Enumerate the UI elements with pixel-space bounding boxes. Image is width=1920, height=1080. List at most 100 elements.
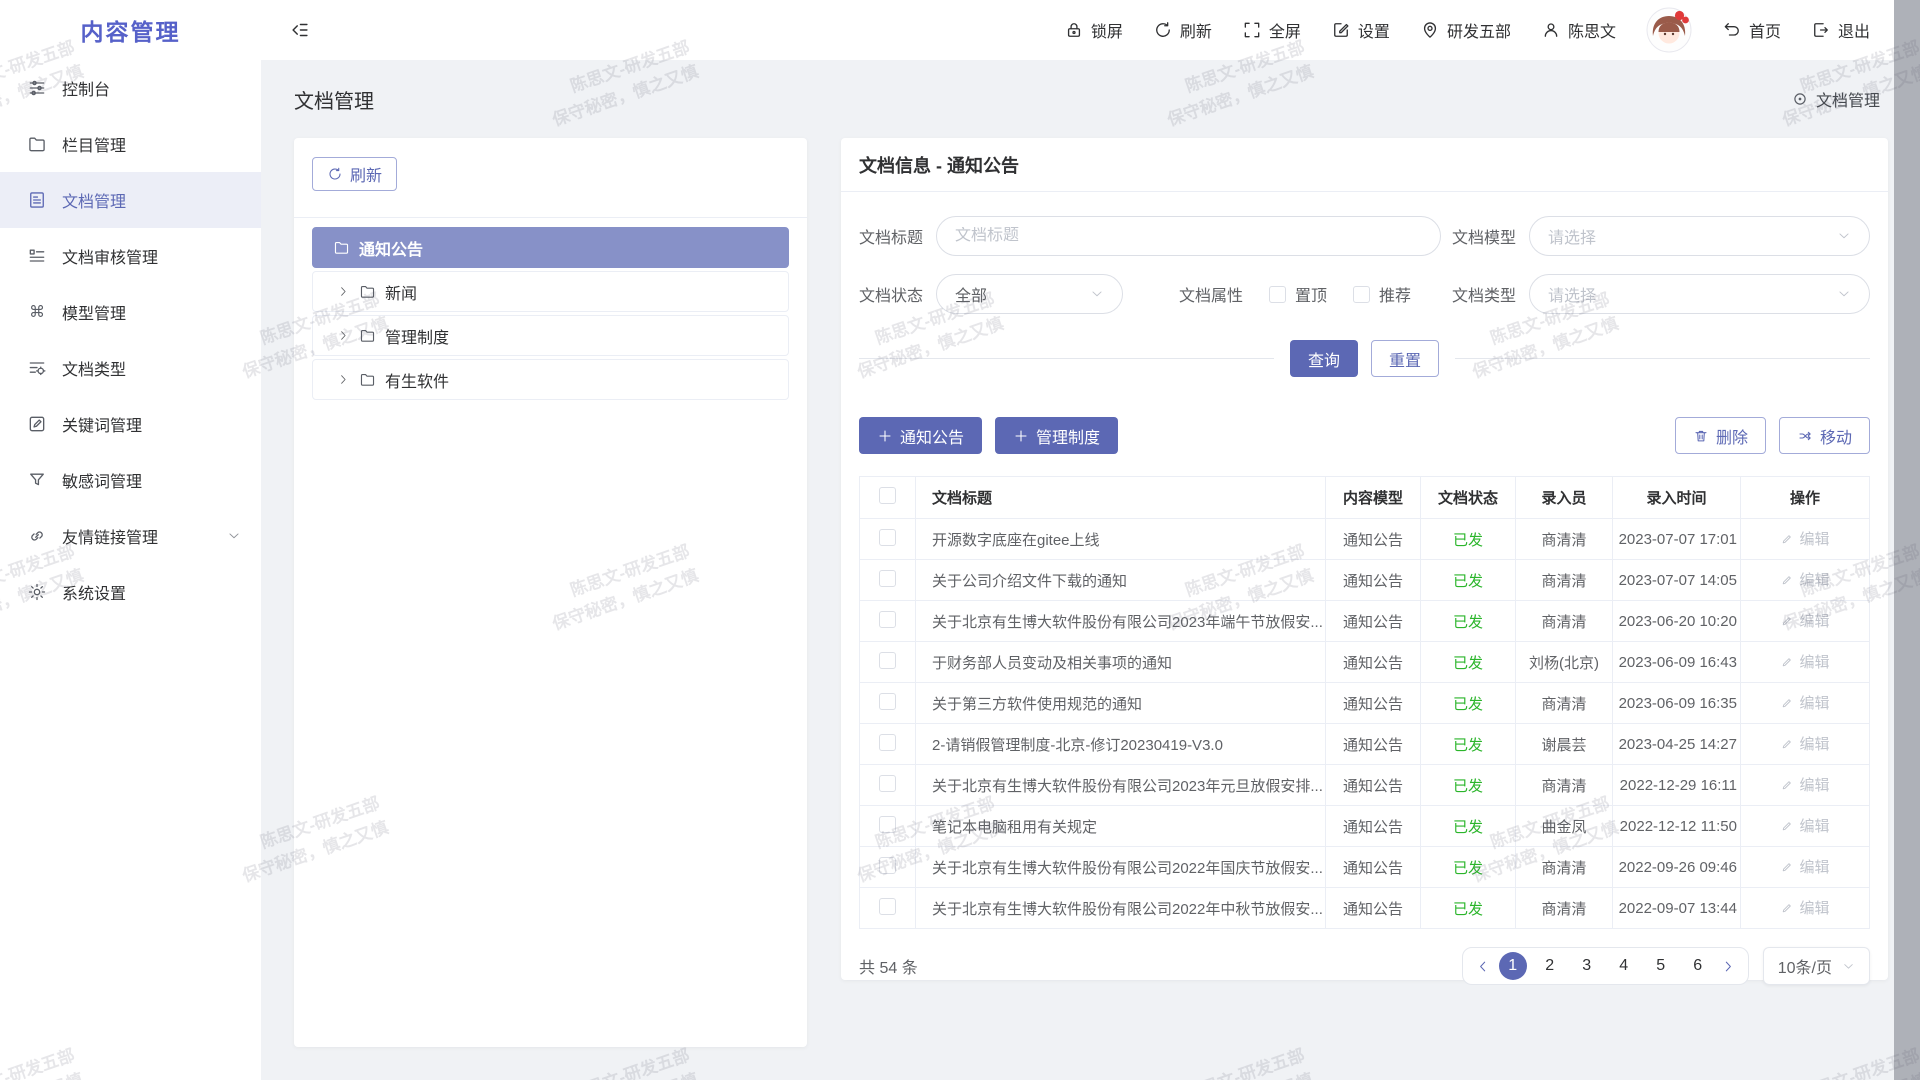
user-icon xyxy=(1541,20,1561,40)
sidebar-item[interactable]: 文档管理 xyxy=(0,172,261,228)
sidebar-item[interactable]: 文档类型 xyxy=(0,340,261,396)
edit-link[interactable]: 编辑 xyxy=(1780,692,1829,713)
doc-type-select[interactable]: 请选择 xyxy=(1529,274,1870,314)
row-checkbox[interactable] xyxy=(879,570,896,587)
prev-page-button[interactable] xyxy=(1475,959,1490,974)
add-document-button[interactable]: 通知公告 xyxy=(859,417,982,454)
page-number[interactable]: 6 xyxy=(1684,952,1712,980)
table-header-row: 文档标题 内容模型 文档状态 录入员 录入时间 操作 xyxy=(860,477,1870,519)
folder-icon xyxy=(359,371,376,388)
topbar-action[interactable]: 设置 xyxy=(1331,18,1390,42)
search-button[interactable]: 查询 xyxy=(1290,340,1358,377)
col-content-model: 内容模型 xyxy=(1326,477,1421,519)
content-model-cell: 通知公告 xyxy=(1326,601,1421,642)
exit-icon xyxy=(1811,20,1831,40)
topbar-action[interactable]: 首页 xyxy=(1722,18,1781,42)
chevron-down-icon xyxy=(227,529,241,543)
doc-title-input[interactable] xyxy=(955,227,1422,245)
collapse-sidebar-button[interactable] xyxy=(289,19,311,41)
table-row: 关于第三方软件使用规范的通知 通知公告 已发 商清清 2023-06-09 16… xyxy=(860,683,1870,724)
app-window: 内容管理 控制台 栏目管理 文档管理 文档审核管理 模型管理 文档类型 关键词管… xyxy=(0,0,1894,1080)
keyword-icon xyxy=(27,414,47,434)
page-number[interactable]: 4 xyxy=(1610,952,1638,980)
row-checkbox[interactable] xyxy=(879,693,896,710)
tree-node[interactable]: 新闻 xyxy=(312,271,789,312)
sidebar-item[interactable]: 控制台 xyxy=(0,60,261,116)
operator-cell: 商清清 xyxy=(1516,519,1613,560)
topbar-action[interactable]: 锁屏 xyxy=(1064,18,1123,42)
doc-type-icon xyxy=(27,358,47,378)
entry-time-cell: 2023-07-07 17:01 xyxy=(1613,519,1741,560)
edit-link[interactable]: 编辑 xyxy=(1780,815,1829,836)
row-checkbox[interactable] xyxy=(879,529,896,546)
edit-link[interactable]: 编辑 xyxy=(1780,733,1829,754)
topbar-action[interactable]: 全屏 xyxy=(1242,18,1301,42)
select-all-checkbox[interactable] xyxy=(879,487,896,504)
row-checkbox[interactable] xyxy=(879,857,896,874)
row-checkbox[interactable] xyxy=(879,652,896,669)
topbar-action[interactable]: 研发五部 xyxy=(1420,18,1511,42)
audit-list-icon xyxy=(27,246,47,266)
edit-link[interactable]: 编辑 xyxy=(1780,897,1829,918)
pencil-icon xyxy=(1780,532,1794,546)
next-page-button[interactable] xyxy=(1721,959,1736,974)
refresh-tree-button[interactable]: 刷新 xyxy=(312,157,397,191)
edit-link[interactable]: 编辑 xyxy=(1780,651,1829,672)
col-doc-title: 文档标题 xyxy=(916,477,1326,519)
edit-link[interactable]: 编辑 xyxy=(1780,610,1829,631)
tree-node[interactable]: 通知公告 xyxy=(312,227,789,268)
scrollbar[interactable] xyxy=(1894,0,1920,1080)
sidebar-item[interactable]: 友情链接管理 xyxy=(0,508,261,564)
fullscreen-icon xyxy=(1242,20,1262,40)
page-number[interactable]: 3 xyxy=(1573,952,1601,980)
plus-icon xyxy=(877,428,893,444)
tree-node[interactable]: 管理制度 xyxy=(312,315,789,356)
reset-button[interactable]: 重置 xyxy=(1371,340,1439,377)
search-actions: 查询 重置 xyxy=(859,340,1870,377)
sidebar-item[interactable]: 模型管理 xyxy=(0,284,261,340)
doc-status-select[interactable]: 全部 xyxy=(936,274,1123,314)
delete-button[interactable]: 删除 xyxy=(1675,417,1766,454)
row-checkbox[interactable] xyxy=(879,816,896,833)
edit-square-icon xyxy=(1331,20,1351,40)
doc-model-select[interactable]: 请选择 xyxy=(1529,216,1870,256)
row-checkbox[interactable] xyxy=(879,898,896,915)
sidebar-item[interactable]: 栏目管理 xyxy=(0,116,261,172)
sidebar-item[interactable]: 系统设置 xyxy=(0,564,261,620)
pencil-icon xyxy=(1780,573,1794,587)
home-icon xyxy=(1722,20,1742,40)
move-button[interactable]: 移动 xyxy=(1779,417,1870,454)
sidebar: 内容管理 控制台 栏目管理 文档管理 文档审核管理 模型管理 文档类型 关键词管… xyxy=(0,0,261,1080)
row-checkbox[interactable] xyxy=(879,775,896,792)
attr-checkbox[interactable]: 推荐 xyxy=(1353,282,1411,306)
topbar-action[interactable]: 退出 xyxy=(1811,18,1870,42)
row-checkbox[interactable] xyxy=(879,734,896,751)
add-document-button[interactable]: 管理制度 xyxy=(995,417,1118,454)
pencil-icon xyxy=(1780,614,1794,628)
page-number[interactable]: 1 xyxy=(1499,952,1527,980)
attr-checkbox[interactable]: 置顶 xyxy=(1269,282,1327,306)
actions-cell: 编辑 xyxy=(1741,847,1870,888)
row-checkbox[interactable] xyxy=(879,611,896,628)
edit-link[interactable]: 编辑 xyxy=(1780,528,1829,549)
doc-status-filter-label: 文档状态 xyxy=(859,282,923,306)
page-number[interactable]: 2 xyxy=(1536,952,1564,980)
edit-link[interactable]: 编辑 xyxy=(1780,856,1829,877)
topbar-action[interactable]: 刷新 xyxy=(1153,18,1212,42)
edit-link[interactable]: 编辑 xyxy=(1780,774,1829,795)
tree-node[interactable]: 有生软件 xyxy=(312,359,789,400)
sidebar-item[interactable]: 关键词管理 xyxy=(0,396,261,452)
main-area: 锁屏 刷新 全屏 设置 研发五部 陈思文 xyxy=(261,0,1894,1080)
avatar[interactable] xyxy=(1646,7,1692,53)
edit-link[interactable]: 编辑 xyxy=(1780,569,1829,590)
operator-cell: 商清清 xyxy=(1516,888,1613,929)
filter-row-2: 文档状态 全部 文档属性 置顶 推荐 xyxy=(859,274,1870,314)
location-dot-icon xyxy=(1791,90,1809,108)
sidebar-item[interactable]: 文档审核管理 xyxy=(0,228,261,284)
panels: 刷新 通知公告 新闻 管理制度 有生软件 文档信息 - 通知公告 xyxy=(294,138,1888,1047)
topbar-action[interactable]: 陈思文 xyxy=(1541,18,1616,42)
sidebar-item[interactable]: 敏感词管理 xyxy=(0,452,261,508)
page-number[interactable]: 5 xyxy=(1647,952,1675,980)
actions-cell: 编辑 xyxy=(1741,765,1870,806)
page-size-select[interactable]: 10条/页 xyxy=(1763,947,1870,985)
